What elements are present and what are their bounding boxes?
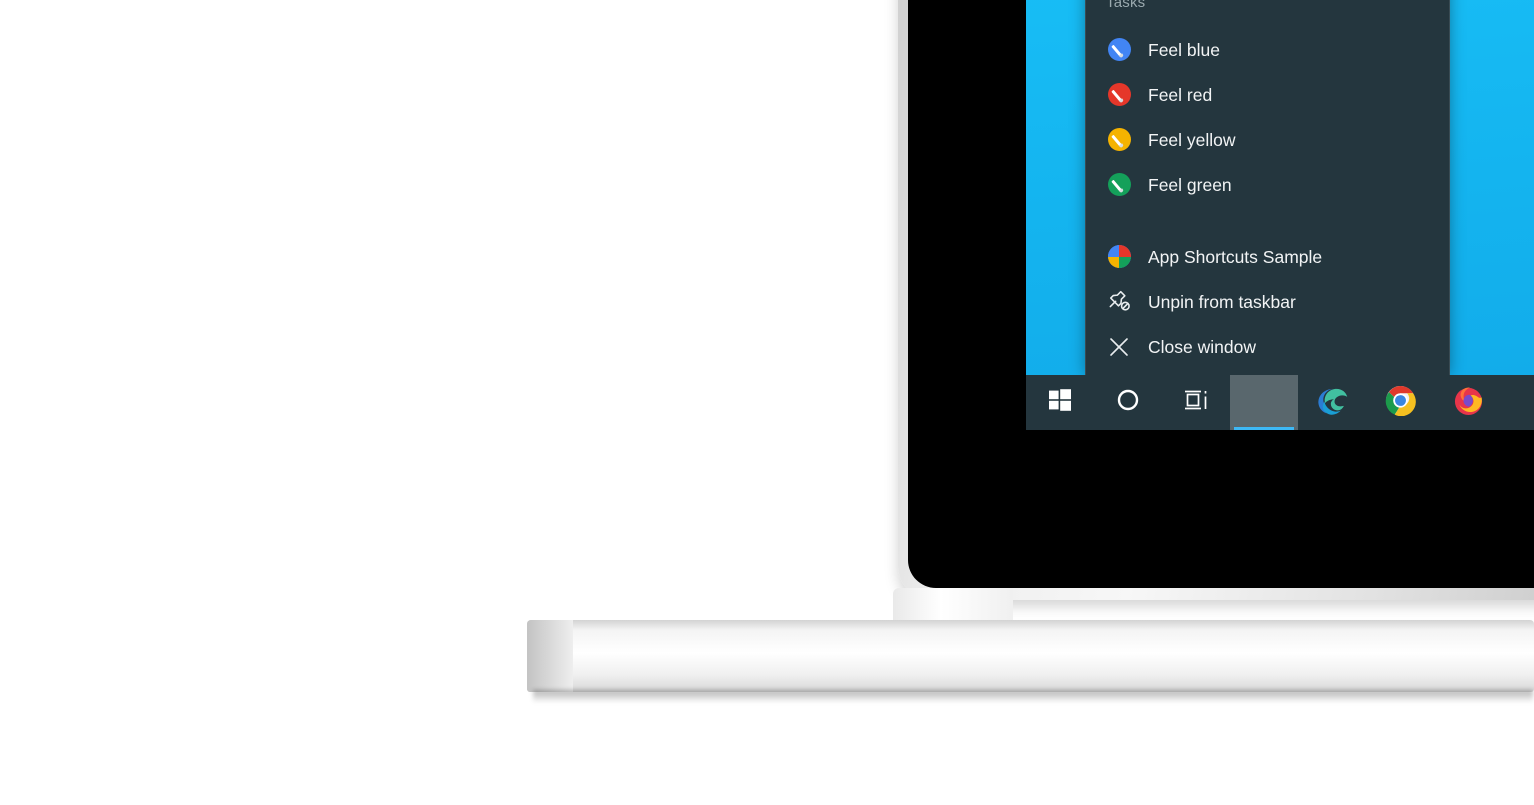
- jumplist-item-label: App Shortcuts Sample: [1148, 246, 1323, 267]
- screenshot-canvas: Tasks Feel blue Feel red Feel yellow Fee…: [0, 0, 1534, 805]
- laptop-base-slab: [527, 620, 1534, 692]
- chrome-icon: [1385, 385, 1416, 421]
- laptop-base: [527, 620, 1534, 703]
- jumplist-menu[interactable]: Tasks Feel blue Feel red Feel yellow Fee…: [1085, 0, 1450, 375]
- jumplist-item-unpin-from-taskbar[interactable]: Unpin from taskbar: [1086, 279, 1449, 324]
- edge-icon: [1317, 385, 1348, 421]
- jumplist-item-app-shortcuts-sample[interactable]: App Shortcuts Sample: [1086, 234, 1449, 279]
- windows-taskbar: [1026, 375, 1534, 430]
- paint-brush-yellow-icon: [1106, 127, 1132, 153]
- jumplist-item-label: Feel green: [1148, 174, 1232, 195]
- jumplist-item-close-window[interactable]: Close window: [1086, 324, 1449, 369]
- jumplist-item-feel-red[interactable]: Feel red: [1086, 72, 1449, 117]
- jumplist-item-feel-yellow[interactable]: Feel yellow: [1086, 117, 1449, 162]
- paint-brush-blue-icon: [1106, 37, 1132, 63]
- jumplist-item-feel-green[interactable]: Feel green: [1086, 162, 1449, 207]
- laptop-base-left-cap: [527, 620, 573, 692]
- jumplist-item-label: Feel red: [1148, 84, 1213, 105]
- jumplist-item-feel-blue[interactable]: Feel blue: [1086, 27, 1449, 72]
- laptop-screen: Tasks Feel blue Feel red Feel yellow Fee…: [1026, 0, 1534, 430]
- taskbar-button-start[interactable]: [1026, 375, 1094, 430]
- jumplist-separator: [1086, 207, 1449, 234]
- taskbar-button-mozilla-firefox[interactable]: [1434, 375, 1502, 430]
- taskbar-button-app-shortcuts[interactable]: [1230, 375, 1298, 430]
- unpin-icon: [1106, 289, 1132, 315]
- firefox-icon: [1453, 385, 1484, 421]
- app-pie-icon: [1106, 244, 1132, 270]
- jumplist-item-label: Unpin from taskbar: [1148, 291, 1296, 312]
- windows-logo-icon: [1048, 388, 1072, 417]
- taskbar-button-task-view[interactable]: [1162, 375, 1230, 430]
- laptop-device: Tasks Feel blue Feel red Feel yellow Fee…: [898, 0, 1534, 600]
- taskbar-button-microsoft-edge[interactable]: [1298, 375, 1366, 430]
- laptop-base-shadow: [533, 690, 1533, 703]
- jumplist-item-label: Close window: [1148, 336, 1256, 357]
- close-x-icon: [1106, 334, 1132, 360]
- jumplist-item-label: Feel blue: [1148, 39, 1220, 60]
- paint-brush-red-icon: [1106, 82, 1132, 108]
- taskbar-button-google-chrome[interactable]: [1366, 375, 1434, 430]
- task-view-icon: [1183, 388, 1210, 417]
- paint-brush-green-icon: [1106, 172, 1132, 198]
- jumplist-item-label: Feel yellow: [1148, 129, 1236, 150]
- cortana-circle-icon: [1115, 387, 1141, 418]
- taskbar-button-cortana[interactable]: [1094, 375, 1162, 430]
- jumplist-heading: Tasks: [1106, 0, 1146, 11]
